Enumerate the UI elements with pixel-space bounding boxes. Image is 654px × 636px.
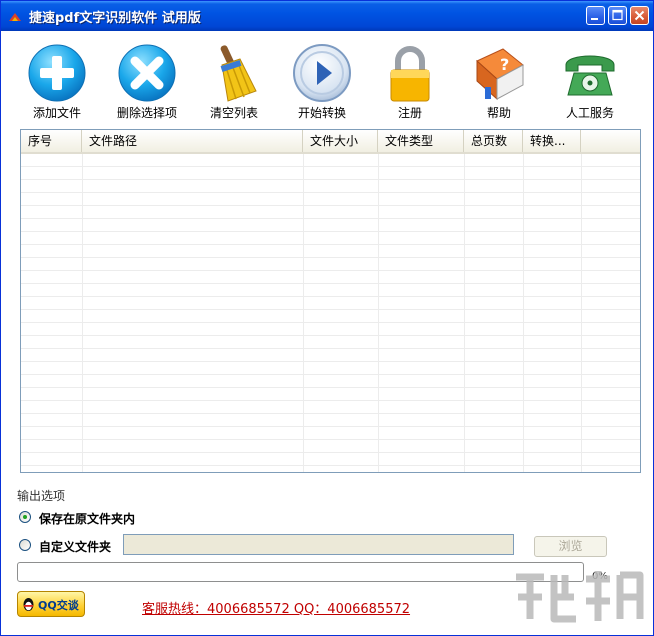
column-divider bbox=[378, 154, 379, 472]
svg-text:?: ? bbox=[500, 55, 509, 74]
window-title: 捷速pdf文字识别软件 试用版 bbox=[29, 11, 201, 26]
app-window: 捷速pdf文字识别软件 试用版 添加文件 删除选择项 清空列表 开始转换 注册 … bbox=[0, 0, 654, 636]
customer-service-button[interactable]: 人工服务 bbox=[545, 37, 635, 123]
delete-selected-label: 删除选择项 bbox=[116, 106, 177, 120]
column-divider bbox=[82, 154, 83, 472]
maximize-icon bbox=[612, 9, 623, 21]
clear-list-label: 清空列表 bbox=[209, 106, 258, 120]
maximize-button[interactable] bbox=[608, 6, 627, 25]
column-header-pages[interactable]: 总页数 bbox=[464, 130, 523, 152]
help-book-icon: ? bbox=[476, 48, 524, 101]
column-header-type[interactable]: 文件类型 bbox=[378, 130, 464, 152]
register-label: 注册 bbox=[397, 106, 422, 120]
customer-service-label: 人工服务 bbox=[565, 106, 614, 120]
clear-list-button[interactable]: 清空列表 bbox=[189, 37, 279, 123]
play-icon bbox=[293, 44, 351, 102]
start-conversion-label: 开始转换 bbox=[297, 106, 346, 120]
help-label: 帮助 bbox=[486, 106, 511, 120]
conversion-progress-bar bbox=[17, 562, 584, 582]
table-header: 序号 文件路径 文件大小 文件类型 总页数 转换... bbox=[21, 130, 640, 154]
table-body bbox=[21, 154, 640, 472]
title-bar[interactable]: 捷速pdf文字识别软件 试用版 bbox=[1, 1, 653, 31]
start-conversion-button[interactable]: 开始转换 bbox=[277, 37, 367, 123]
column-header-size[interactable]: 文件大小 bbox=[303, 130, 378, 152]
watermark-logo bbox=[516, 571, 644, 623]
add-file-label: 添加文件 bbox=[32, 106, 81, 120]
radio-selected-dot bbox=[23, 515, 27, 519]
qq-chat-button[interactable]: QQ交谈 bbox=[17, 591, 85, 617]
minimize-button[interactable] bbox=[586, 6, 605, 25]
qq-penguin-icon bbox=[23, 598, 34, 611]
telephone-icon bbox=[565, 55, 615, 96]
column-divider bbox=[581, 154, 582, 472]
delete-icon bbox=[118, 44, 176, 102]
register-button[interactable]: 注册 bbox=[365, 37, 455, 123]
column-header-path[interactable]: 文件路径 bbox=[82, 130, 303, 152]
qq-chat-label: QQ交谈 bbox=[38, 599, 79, 612]
column-divider bbox=[464, 154, 465, 472]
custom-folder-label: 自定义文件夹 bbox=[39, 540, 112, 554]
column-header-index[interactable]: 序号 bbox=[21, 130, 82, 152]
radio-button[interactable] bbox=[19, 539, 31, 551]
add-icon bbox=[28, 44, 86, 102]
custom-folder-path-input[interactable] bbox=[123, 534, 514, 555]
broom-icon bbox=[220, 45, 257, 102]
save-original-folder-label: 保存在原文件夹内 bbox=[39, 512, 136, 526]
radio-button[interactable] bbox=[19, 511, 31, 523]
file-list-table[interactable]: 序号 文件路径 文件大小 文件类型 总页数 转换... bbox=[20, 129, 641, 473]
close-button[interactable] bbox=[630, 6, 649, 25]
column-header-status[interactable]: 转换... bbox=[523, 130, 581, 152]
lock-icon bbox=[390, 46, 430, 102]
output-options-label: 输出选项 bbox=[17, 489, 66, 503]
minimize-icon bbox=[591, 18, 598, 20]
column-divider bbox=[303, 154, 304, 472]
delete-selected-button[interactable]: 删除选择项 bbox=[102, 37, 192, 123]
app-icon bbox=[9, 13, 21, 21]
toolbar: 添加文件 删除选择项 清空列表 开始转换 注册 ? 帮助 人工服务 bbox=[1, 31, 653, 123]
column-divider bbox=[523, 154, 524, 472]
close-icon bbox=[634, 10, 645, 21]
add-file-button[interactable]: 添加文件 bbox=[12, 37, 102, 123]
help-button[interactable]: ? 帮助 bbox=[454, 37, 544, 123]
browse-button[interactable]: 浏览 bbox=[534, 536, 607, 557]
customer-hotline-link[interactable]: 客服热线：4006685572 QQ：4006685572 bbox=[142, 598, 410, 617]
